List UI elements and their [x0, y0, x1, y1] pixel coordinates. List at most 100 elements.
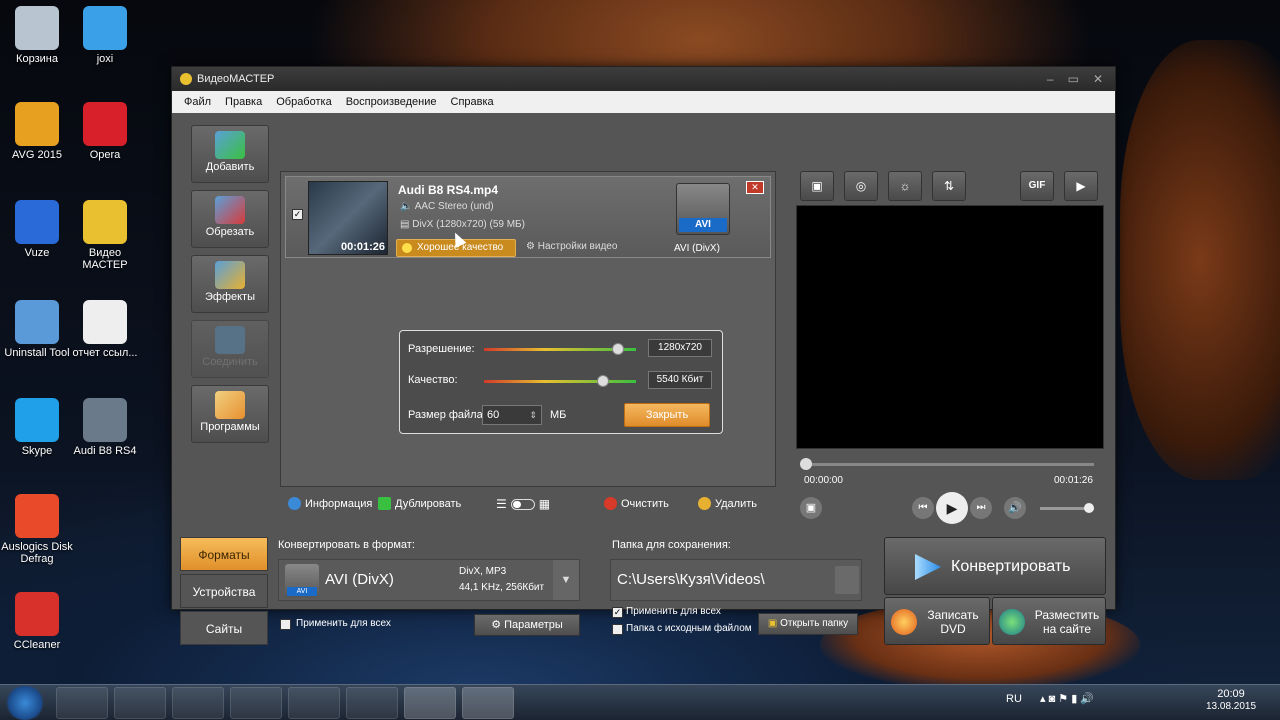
- fullscreen-icon[interactable]: ▶: [1064, 171, 1098, 201]
- desktop-icon[interactable]: Opera: [68, 102, 142, 161]
- clear-button[interactable]: Очистить: [604, 497, 669, 510]
- play-icon[interactable]: ▶: [936, 492, 968, 524]
- gif-button[interactable]: GIF: [1020, 171, 1054, 201]
- grid-view-icon[interactable]: ▦: [539, 497, 550, 511]
- desktop-icon[interactable]: joxi: [68, 6, 142, 65]
- seek-bar[interactable]: [800, 458, 1094, 470]
- desktop-icon[interactable]: Корзина: [0, 6, 74, 65]
- volume-slider[interactable]: [1040, 503, 1094, 513]
- source-folder-checkbox[interactable]: [612, 624, 623, 635]
- format-audio: 44,1 KHz, 256Кбит: [459, 582, 545, 593]
- language-indicator[interactable]: RU: [1006, 693, 1022, 705]
- desktop-icon[interactable]: Видео МАСТЕР: [68, 200, 142, 271]
- maximize-button[interactable]: ▭: [1068, 72, 1079, 86]
- rotate-icon[interactable]: ◎: [844, 171, 878, 201]
- quality-slider[interactable]: [484, 375, 636, 387]
- desktop-icon[interactable]: Uninstall Tool: [0, 300, 74, 359]
- tray-icons[interactable]: ▴ ◙ ⚑ ▮ 🔊: [1040, 692, 1094, 705]
- file-item[interactable]: ✓ 00:01:26 Audi B8 RS4.mp4 🔈 AAC Stereo …: [285, 176, 771, 258]
- desktop-icon-label: Opera: [89, 149, 121, 161]
- taskbar-chrome[interactable]: [346, 687, 398, 719]
- prev-frame-icon[interactable]: ⏮: [912, 497, 934, 519]
- desktop-icon[interactable]: отчет ссыл...: [68, 300, 142, 359]
- programs-button[interactable]: Программы: [191, 385, 269, 443]
- clock[interactable]: 20:09 13.08.2015: [1206, 688, 1256, 712]
- file-checkbox[interactable]: ✓: [292, 209, 303, 220]
- browse-folder-icon[interactable]: [835, 566, 859, 594]
- tab-formats[interactable]: Форматы: [180, 537, 268, 571]
- video-settings-link[interactable]: ⚙ Настройки видео: [526, 241, 617, 252]
- quality-slider-knob[interactable]: [596, 375, 609, 387]
- params-button[interactable]: ⚙ Параметры: [474, 614, 580, 636]
- add-button[interactable]: Добавить: [191, 125, 269, 183]
- effects-button[interactable]: Эффекты: [191, 255, 269, 313]
- save-path-field[interactable]: C:\Users\Кузя\Videos\: [610, 559, 862, 601]
- close-popup-button[interactable]: Закрыть: [624, 403, 710, 427]
- resolution-slider-knob[interactable]: [611, 343, 624, 355]
- file-list[interactable]: ✓ 00:01:26 Audi B8 RS4.mp4 🔈 AAC Stereo …: [280, 171, 776, 487]
- duplicate-button[interactable]: Дублировать: [378, 497, 461, 510]
- taskbar-screen-recorder[interactable]: [462, 687, 514, 719]
- resolution-value[interactable]: 1280x720: [648, 339, 712, 357]
- vuze-frog-icon: [15, 200, 59, 244]
- desktop-icon[interactable]: Vuze: [0, 200, 74, 259]
- brightness-icon[interactable]: ☼: [888, 171, 922, 201]
- volume-icon[interactable]: 🔊: [1004, 497, 1026, 519]
- title-bar[interactable]: ВидеоМАСТЕР – ▭ ✕: [172, 67, 1115, 91]
- start-button-icon[interactable]: [4, 686, 46, 720]
- seek-knob[interactable]: [800, 458, 812, 470]
- minimize-button[interactable]: –: [1047, 72, 1054, 86]
- taskbar-ie[interactable]: [172, 687, 224, 719]
- apply-all-checkbox[interactable]: [280, 619, 291, 630]
- taskbar-videomaster[interactable]: [404, 687, 456, 719]
- delete-button[interactable]: Удалить: [698, 497, 757, 510]
- join-button[interactable]: Соединить: [191, 320, 269, 378]
- video-thumbnail[interactable]: 00:01:26: [308, 181, 388, 255]
- time-end: 00:01:26: [1054, 475, 1093, 486]
- trim-button[interactable]: Обрезать: [191, 190, 269, 248]
- desktop-icon[interactable]: Skype: [0, 398, 74, 457]
- quality-value[interactable]: 5540 Кбит: [648, 371, 712, 389]
- speed-icon[interactable]: ⇅: [932, 171, 966, 201]
- preview-screen[interactable]: [796, 205, 1104, 449]
- taskbar-save-app[interactable]: [56, 687, 108, 719]
- resolution-slider[interactable]: [484, 343, 636, 355]
- desktop-icon[interactable]: Auslogics Disk Defrag: [0, 494, 74, 565]
- burn-dvd-button[interactable]: Записать DVD: [884, 597, 990, 645]
- close-window-button[interactable]: ✕: [1093, 72, 1103, 86]
- snapshot-icon[interactable]: ▣: [800, 497, 822, 519]
- desktop-icon-label: Uninstall Tool: [4, 347, 70, 359]
- menu-help[interactable]: Справка: [451, 96, 494, 108]
- tab-devices[interactable]: Устройства: [180, 574, 268, 608]
- tab-sites[interactable]: Сайты: [180, 611, 268, 645]
- taskbar-media[interactable]: [288, 687, 340, 719]
- menu-file[interactable]: Файл: [184, 96, 211, 108]
- output-format-icon[interactable]: AVI: [676, 183, 730, 235]
- list-view-icon[interactable]: ☰: [496, 497, 507, 511]
- delete-label: Удалить: [715, 497, 757, 510]
- desktop-icon[interactable]: CCleaner: [0, 592, 74, 651]
- convert-button[interactable]: Конвертировать: [884, 537, 1106, 595]
- output-format-name: AVI (DivX): [674, 243, 720, 254]
- next-frame-icon[interactable]: ⏭: [970, 497, 992, 519]
- volume-knob[interactable]: [1083, 503, 1094, 513]
- info-button[interactable]: Информация: [288, 497, 372, 510]
- open-folder-button[interactable]: ▣ Открыть папку: [758, 613, 858, 635]
- crop-frame-icon[interactable]: ▣: [800, 171, 834, 201]
- save-apply-all-checkbox[interactable]: ✓: [612, 607, 623, 618]
- menu-processing[interactable]: Обработка: [276, 96, 331, 108]
- format-dropdown-arrow-icon[interactable]: ▼: [553, 560, 579, 600]
- desktop-icon[interactable]: AVG 2015: [0, 102, 74, 161]
- remove-file-button[interactable]: ✕: [746, 181, 764, 194]
- menu-edit[interactable]: Правка: [225, 96, 262, 108]
- view-toggle[interactable]: ☰ ▦: [496, 497, 550, 511]
- taskbar-paint[interactable]: [230, 687, 282, 719]
- filesize-input[interactable]: 60 ⇕: [482, 405, 542, 425]
- view-switch[interactable]: [510, 498, 535, 510]
- desktop-icon[interactable]: Audi B8 RS4: [68, 398, 142, 457]
- format-selector[interactable]: AVI AVI (DivX) DivX, MP3 44,1 KHz, 256Кб…: [278, 559, 580, 601]
- filesize-stepper-icon[interactable]: ⇕: [529, 406, 537, 424]
- taskbar-explorer[interactable]: [114, 687, 166, 719]
- publish-button[interactable]: Разместить на сайте: [992, 597, 1106, 645]
- menu-playback[interactable]: Воспроизведение: [346, 96, 437, 108]
